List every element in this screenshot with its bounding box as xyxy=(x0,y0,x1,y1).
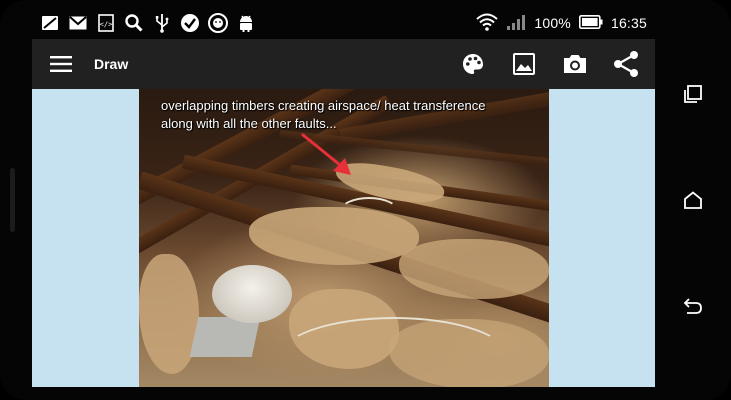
back-button[interactable] xyxy=(673,286,713,326)
share-icon xyxy=(613,51,638,77)
lion-icon xyxy=(208,13,228,33)
code-icon: </> xyxy=(96,13,116,33)
android-icon xyxy=(236,13,256,33)
annotation-arrow xyxy=(301,133,351,175)
image-button[interactable] xyxy=(498,39,549,89)
insulation xyxy=(399,239,549,299)
hamburger-icon xyxy=(50,56,72,72)
camera-icon xyxy=(563,55,586,73)
image-icon xyxy=(512,53,535,75)
app-bar-actions xyxy=(447,39,655,89)
no-sim-icon xyxy=(40,13,60,33)
wire xyxy=(279,317,509,387)
light-fixture xyxy=(212,265,292,323)
drawing-canvas[interactable]: overlapping timbers creating airspace/ h… xyxy=(32,89,655,387)
device-side-button xyxy=(10,168,15,232)
search-icon xyxy=(124,13,144,33)
attic-photo[interactable]: overlapping timbers creating airspace/ h… xyxy=(139,89,549,387)
share-button[interactable] xyxy=(600,39,651,89)
app-bar: Draw xyxy=(32,39,655,89)
svg-text:</>: </> xyxy=(100,21,113,29)
junction-box xyxy=(189,317,261,357)
usb-icon xyxy=(152,13,172,33)
check-circle-icon xyxy=(180,13,200,33)
device-frame: </> 100% 16:35 Draw overlapping timbers … xyxy=(0,0,731,400)
recents-button[interactable] xyxy=(673,74,713,114)
home-button[interactable] xyxy=(673,180,713,220)
battery-percent: 100% xyxy=(534,15,571,31)
wifi-icon xyxy=(476,13,499,34)
gmail-icon xyxy=(68,13,88,33)
battery-icon xyxy=(578,14,603,32)
status-bar: </> 100% 16:35 xyxy=(32,8,655,38)
wire xyxy=(339,197,399,227)
signal-icon xyxy=(506,13,526,34)
system-status: 100% 16:35 xyxy=(476,13,655,34)
home-icon xyxy=(684,191,702,209)
menu-button[interactable] xyxy=(32,39,90,89)
navigation-bar xyxy=(655,0,731,400)
palette-icon xyxy=(462,54,483,74)
camera-button[interactable] xyxy=(549,39,600,89)
photo-caption: overlapping timbers creating airspace/ h… xyxy=(161,98,486,131)
back-icon xyxy=(683,298,702,314)
notification-icons: </> xyxy=(32,13,256,33)
recents-icon xyxy=(684,85,702,103)
app-title: Draw xyxy=(94,56,129,72)
palette-button[interactable] xyxy=(447,39,498,89)
clock: 16:35 xyxy=(610,15,647,31)
